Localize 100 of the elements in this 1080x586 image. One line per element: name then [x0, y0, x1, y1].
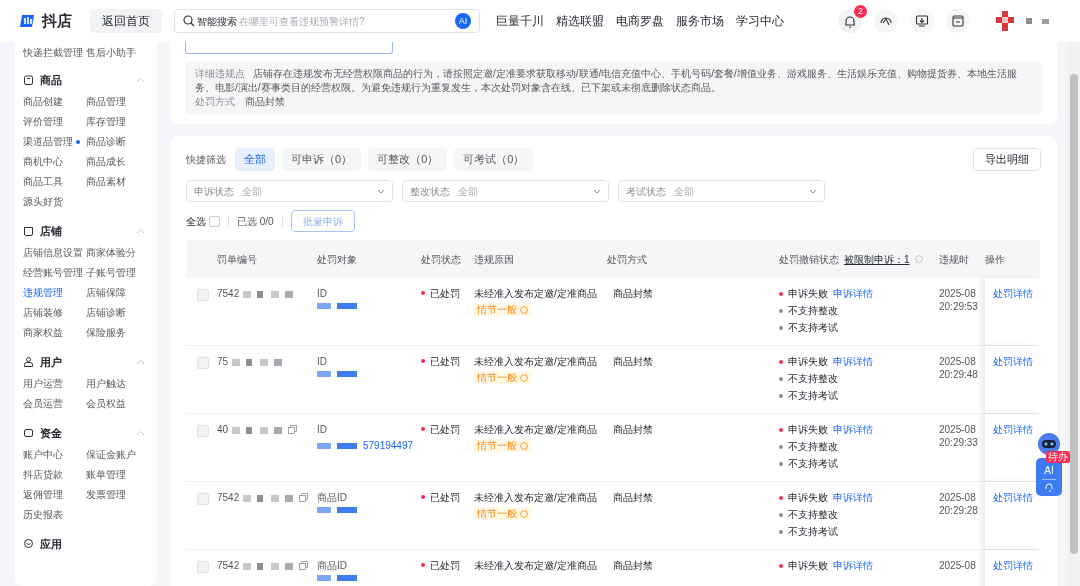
- section-title[interactable]: 应用: [40, 535, 62, 553]
- toolbar-button[interactable]: [910, 9, 934, 33]
- order-number: 7542: [217, 287, 240, 300]
- nav-link[interactable]: 巨量千川: [496, 12, 544, 30]
- severity-tag: 情节一般: [474, 371, 531, 384]
- search-input[interactable]: 在哪里可查看违规预警详情?: [239, 13, 453, 29]
- sidebar-item[interactable]: 商品素材: [86, 175, 149, 189]
- restricted-appeal-link[interactable]: 被限制申诉：1: [844, 251, 910, 267]
- sidebar-item[interactable]: 店铺保障: [86, 286, 149, 300]
- status-select[interactable]: 整改状态 全部: [402, 180, 609, 202]
- sidebar-item[interactable]: 快递拦截管理: [23, 46, 86, 60]
- sidebar-item[interactable]: 子账号管理: [86, 266, 149, 280]
- sidebar-item[interactable]: 店铺装修: [23, 306, 86, 320]
- violation-reason: 未经准入发布定邀/定准商品: [474, 423, 597, 436]
- sidebar-item[interactable]: 用户运营: [23, 377, 86, 391]
- penalty-status: 已处罚: [430, 287, 460, 300]
- filter-label: 快捷筛选: [186, 153, 226, 167]
- sidebar-item[interactable]: 抖店贷款: [23, 468, 86, 482]
- appeal-status: 申诉失败: [788, 287, 828, 300]
- penalty-status: 已处罚: [430, 559, 460, 572]
- sidebar-item[interactable]: 商品诊断: [86, 135, 149, 149]
- sidebar-item[interactable]: 保证金账户: [86, 448, 149, 462]
- row-checkbox[interactable]: [197, 425, 209, 437]
- penalty-detail-link[interactable]: 处罚详情: [993, 424, 1033, 435]
- appeal-detail-link[interactable]: 申诉详情: [833, 355, 873, 368]
- nav-link[interactable]: 电商罗盘: [616, 12, 664, 30]
- notification-count: 2: [854, 5, 867, 18]
- status-select[interactable]: 申诉状态 全部: [186, 180, 393, 202]
- select-all-checkbox[interactable]: 全选: [186, 213, 220, 229]
- row-checkbox[interactable]: [197, 561, 209, 573]
- notification-button[interactable]: [838, 9, 862, 33]
- filter-chip[interactable]: 可整改（0）: [368, 148, 448, 171]
- sidebar-item[interactable]: 商品创建: [23, 95, 86, 109]
- toolbar-button[interactable]: [874, 9, 898, 33]
- sidebar-item[interactable]: 评价管理: [23, 115, 86, 129]
- sidebar-item[interactable]: 发票管理: [86, 488, 149, 502]
- filter-chip[interactable]: 全部: [235, 148, 275, 171]
- home-button[interactable]: 返回首页: [90, 9, 162, 33]
- violation-reason: 未经准入发布定邀/定准商品: [474, 355, 597, 368]
- sidebar-item[interactable]: 渠道品管理: [23, 135, 86, 149]
- sidebar-item[interactable]: 违规管理: [23, 286, 86, 300]
- row-checkbox[interactable]: [197, 289, 209, 301]
- section-title[interactable]: 资金: [40, 424, 62, 442]
- sidebar-item[interactable]: 账单管理: [86, 468, 149, 482]
- appeal-detail-link[interactable]: 申诉详情: [833, 423, 873, 436]
- object-label: ID: [317, 287, 328, 300]
- sidebar-item[interactable]: 账户中心: [23, 448, 86, 462]
- sidebar-item[interactable]: 商品管理: [86, 95, 149, 109]
- filter-chip[interactable]: 可申诉（0）: [282, 148, 362, 171]
- sidebar-item[interactable]: 商机中心: [23, 155, 86, 169]
- ai-button[interactable]: AI: [1044, 465, 1054, 477]
- penalty-detail-link[interactable]: 处罚详情: [993, 492, 1033, 503]
- sidebar-item[interactable]: 源头好货: [23, 195, 86, 209]
- sidebar-item[interactable]: 商品成长: [86, 155, 149, 169]
- penalty-detail-link[interactable]: 处罚详情: [993, 356, 1033, 367]
- nav-link[interactable]: 服务市场: [676, 12, 724, 30]
- penalty-detail-link[interactable]: 处罚详情: [993, 288, 1033, 299]
- penalty-detail-link[interactable]: 处罚详情: [993, 560, 1033, 571]
- sidebar-item[interactable]: 会员权益: [86, 397, 149, 411]
- sidebar-item[interactable]: 店铺诊断: [86, 306, 149, 320]
- sidebar-item[interactable]: 商品工具: [23, 175, 86, 189]
- help-icon: [520, 373, 528, 382]
- penalty-method: 商品封禁: [612, 355, 654, 369]
- appeal-detail-link[interactable]: 申诉详情: [833, 491, 873, 504]
- sidebar-item[interactable]: 经营账号管理: [23, 266, 86, 280]
- order-number: 75: [217, 355, 229, 368]
- search-icon: [183, 15, 195, 27]
- section-title[interactable]: 店铺: [40, 222, 62, 240]
- export-button[interactable]: 导出明细: [973, 148, 1041, 171]
- row-checkbox[interactable]: [197, 493, 209, 505]
- appeal-detail-link[interactable]: 申诉详情: [833, 559, 873, 572]
- section-title[interactable]: 用户: [40, 353, 62, 371]
- shop-icon: [23, 225, 34, 237]
- product-id-link[interactable]: 579194497: [363, 439, 414, 452]
- sidebar-item[interactable]: 店铺信息设置: [23, 246, 86, 260]
- search-field[interactable]: 智能搜索 在哪里可查看违规预警详情? AI: [174, 9, 480, 33]
- sidebar-item[interactable]: 保险服务: [86, 326, 149, 340]
- row-checkbox[interactable]: [197, 357, 209, 369]
- nav-link[interactable]: 学习中心: [736, 12, 784, 30]
- section-title[interactable]: 商品: [40, 71, 62, 89]
- sidebar-item[interactable]: 商家权益: [23, 326, 86, 340]
- object-label: 商品ID: [317, 491, 348, 504]
- severity-tag: 情节一般: [474, 507, 531, 520]
- filter-chip[interactable]: 可考试（0）: [454, 148, 534, 171]
- penalty-status: 已处罚: [430, 355, 460, 368]
- support-status: 不支持考试: [788, 457, 838, 470]
- sidebar-item[interactable]: 售后小助手: [86, 46, 149, 60]
- sidebar-item[interactable]: 历史报表: [23, 508, 86, 522]
- status-select[interactable]: 考试状态 全部: [618, 180, 825, 202]
- violation-time: 20:29:33: [939, 436, 979, 449]
- sidebar-item[interactable]: 用户触达: [86, 377, 149, 391]
- nav-link[interactable]: 精选联盟: [556, 12, 604, 30]
- appeal-detail-link[interactable]: 申诉详情: [833, 287, 873, 300]
- method-label: 处罚方式: [195, 95, 235, 109]
- sidebar-item[interactable]: 返佣管理: [23, 488, 86, 502]
- ai-badge: AI: [455, 13, 471, 29]
- sidebar-item[interactable]: 商家体验分: [86, 246, 149, 260]
- selected-count: 已选 0/0: [237, 214, 274, 229]
- sidebar-item[interactable]: 库存管理: [86, 115, 149, 129]
- sidebar-item[interactable]: 会员运营: [23, 397, 86, 411]
